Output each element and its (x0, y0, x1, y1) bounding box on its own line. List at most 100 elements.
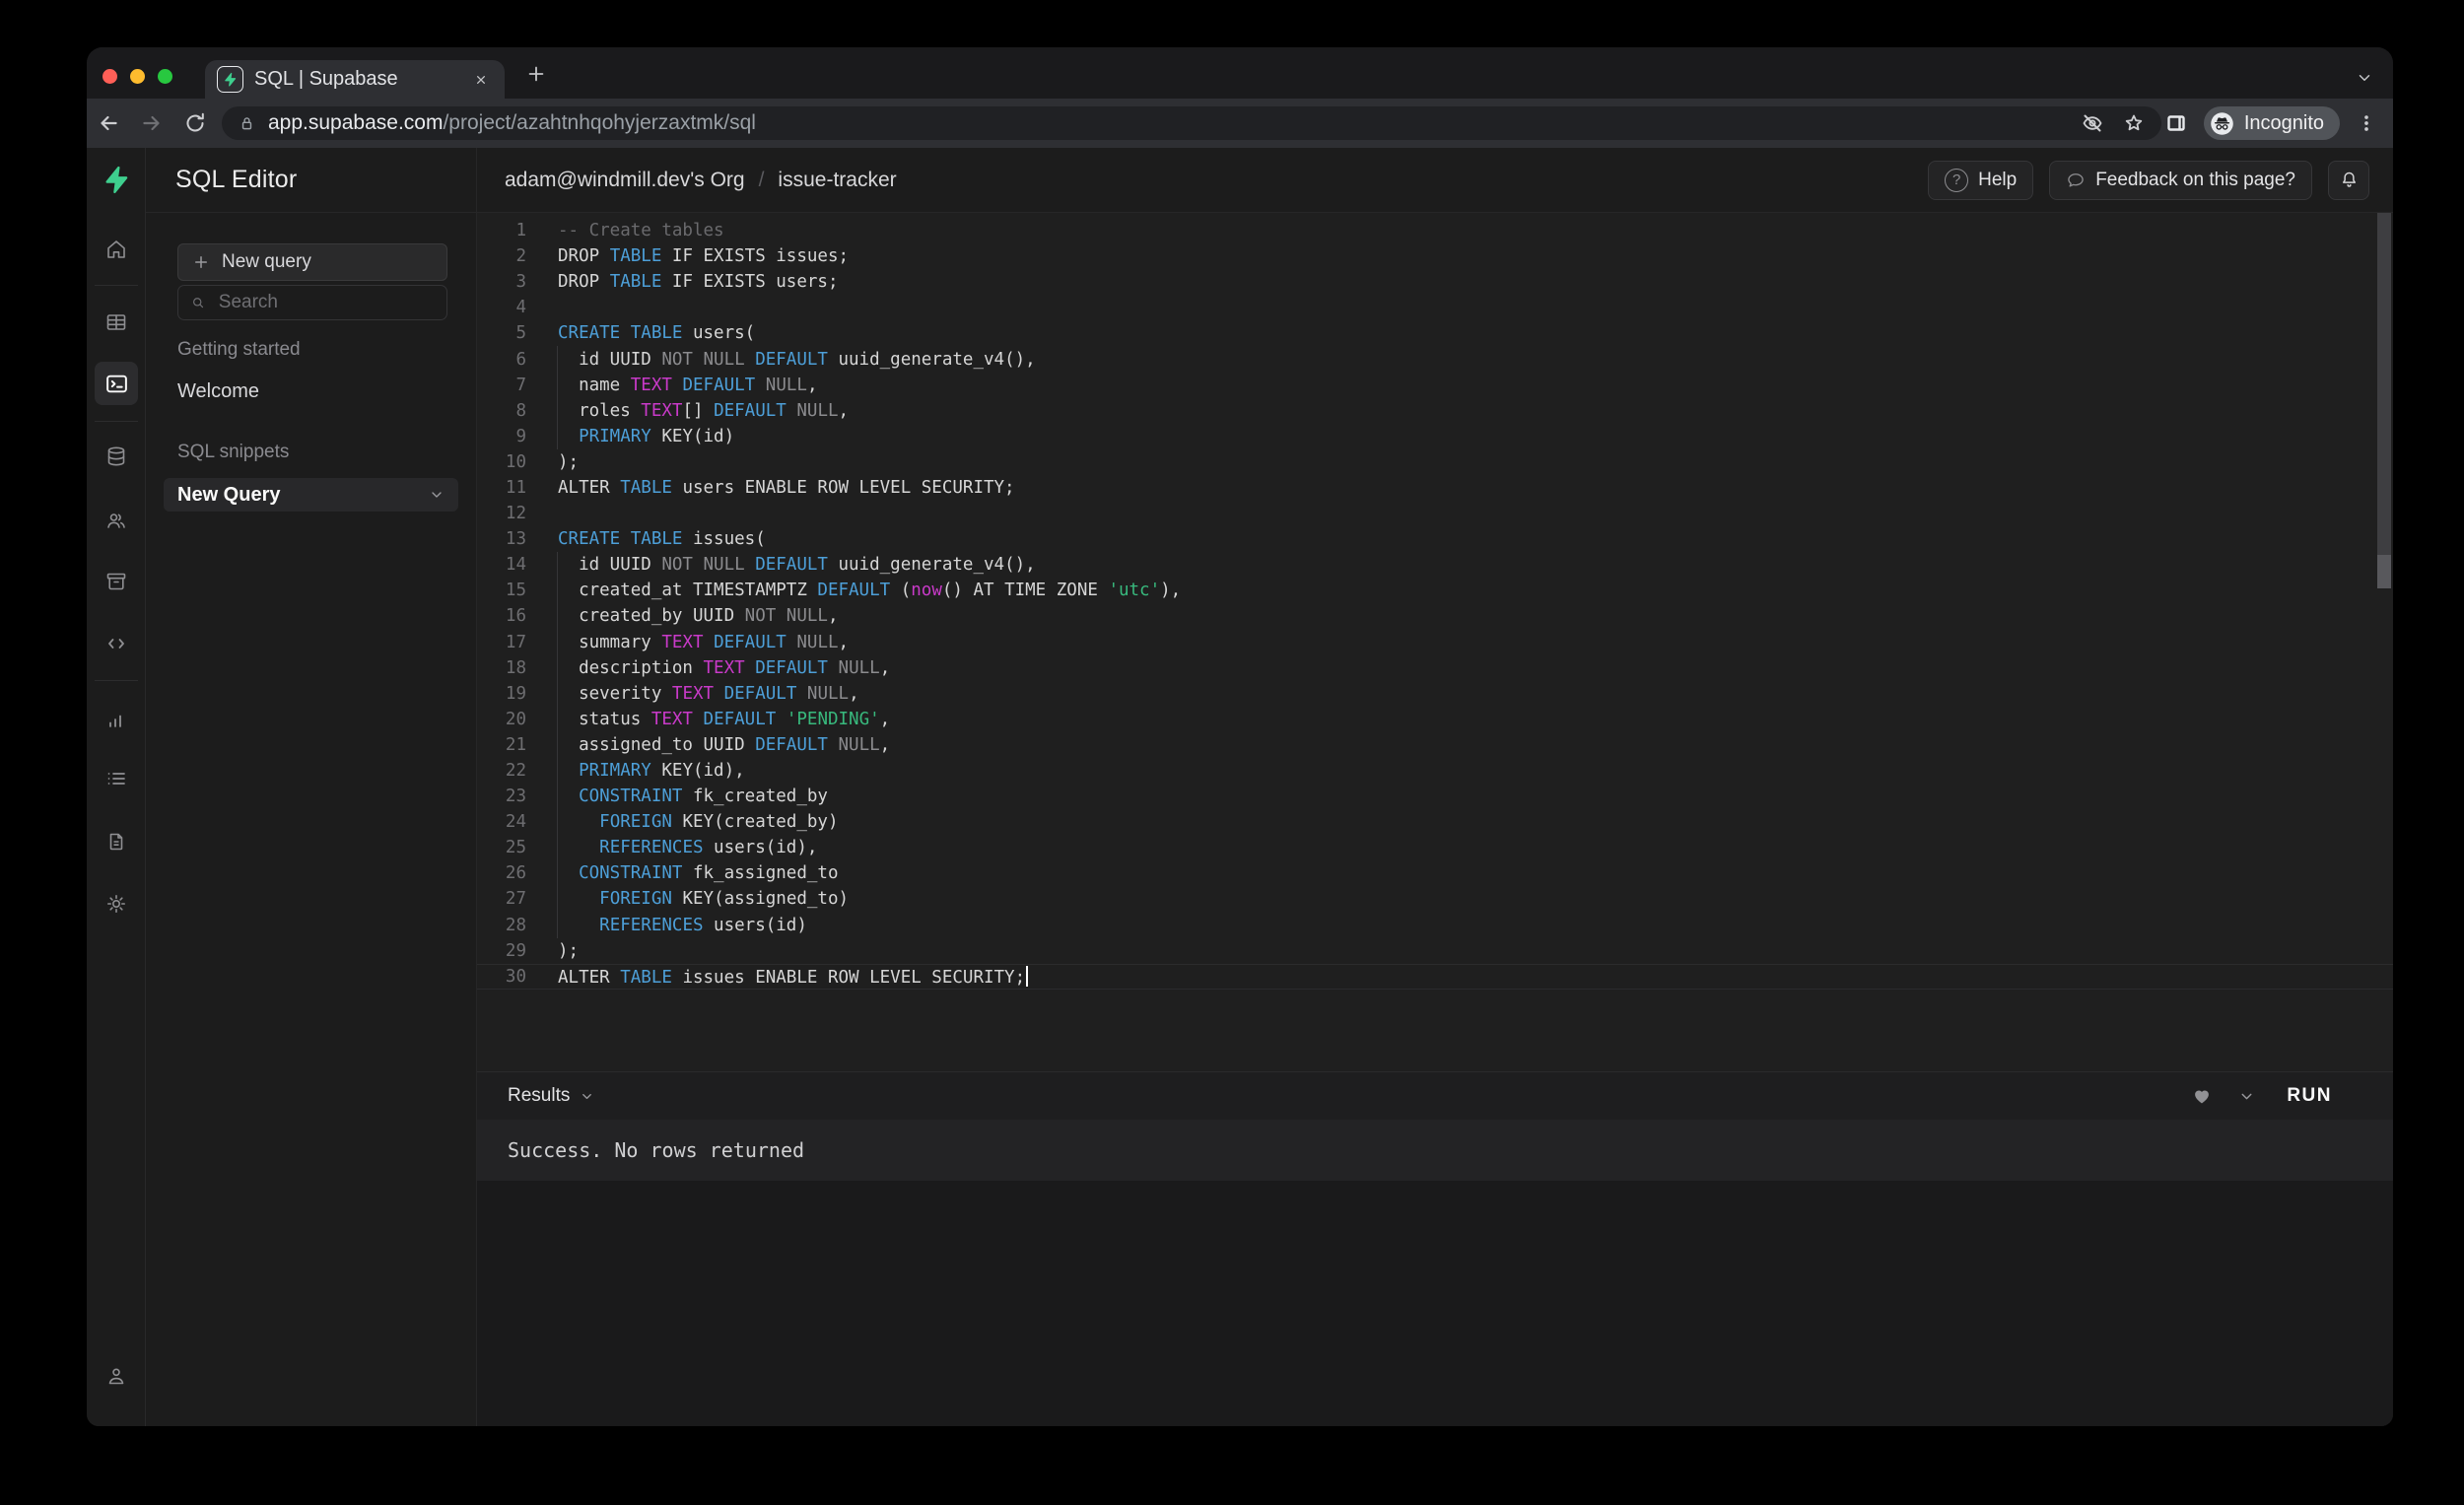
eye-off-icon[interactable] (2081, 111, 2104, 135)
close-window-button[interactable] (103, 69, 117, 84)
sidebar-item-account[interactable] (95, 1354, 138, 1398)
url-bar[interactable]: app.supabase.com/project/azahtnhqohyjerz… (222, 106, 2161, 140)
line-number: 10 (477, 452, 526, 472)
sidebar-item-sql-editor[interactable] (95, 362, 138, 405)
code-line-22[interactable]: 22 PRIMARY KEY(id), (477, 758, 2393, 784)
code-line-13[interactable]: 13CREATE TABLE issues( (477, 526, 2393, 552)
line-number: 25 (477, 838, 526, 857)
chevron-down-icon[interactable] (429, 487, 445, 503)
line-number: 3 (477, 272, 526, 292)
code-text: CREATE TABLE issues( (558, 529, 766, 549)
breadcrumb-org[interactable]: adam@windmill.dev's Org (505, 169, 745, 192)
sql-editor-surface[interactable]: 1-- Create tables2DROP TABLE IF EXISTS i… (477, 213, 2393, 1076)
tab-close-icon[interactable] (469, 68, 493, 92)
incognito-badge[interactable]: Incognito (2204, 106, 2340, 140)
code-line-29[interactable]: 29); (477, 938, 2393, 964)
code-line-3[interactable]: 3DROP TABLE IF EXISTS users; (477, 269, 2393, 295)
sidebar-item-welcome[interactable]: Welcome (177, 380, 259, 403)
minimize-window-button[interactable] (130, 69, 145, 84)
code-line-4[interactable]: 4 (477, 295, 2393, 320)
kebab-menu-icon[interactable] (2356, 112, 2377, 134)
code-line-18[interactable]: 18 description TEXT DEFAULT NULL, (477, 655, 2393, 681)
sidebar-item-settings[interactable] (95, 882, 138, 925)
indent-guide (557, 913, 558, 938)
code-line-20[interactable]: 20 status TEXT DEFAULT 'PENDING', (477, 707, 2393, 732)
forward-icon[interactable] (138, 109, 166, 137)
sidebar-item-authentication[interactable] (95, 499, 138, 542)
notifications-button[interactable] (2328, 161, 2369, 200)
code-line-8[interactable]: 8 roles TEXT[] DEFAULT NULL, (477, 398, 2393, 424)
zoom-window-button[interactable] (158, 69, 172, 84)
indent-guide (557, 552, 558, 578)
code-line-9[interactable]: 9 PRIMARY KEY(id) (477, 424, 2393, 449)
code-text: summary TEXT DEFAULT NULL, (558, 633, 849, 652)
code-line-21[interactable]: 21 assigned_to UUID DEFAULT NULL, (477, 732, 2393, 758)
new-query-button[interactable]: New query (177, 243, 447, 281)
sidebar-item-docs[interactable] (95, 820, 138, 863)
sidebar-item-table-editor[interactable] (95, 301, 138, 344)
sidebar-item-database[interactable] (95, 435, 138, 478)
code-line-24[interactable]: 24 FOREIGN KEY(created_by) (477, 809, 2393, 835)
reload-icon[interactable] (181, 109, 209, 137)
indent-guide (557, 860, 558, 886)
panel-icon[interactable] (2164, 111, 2188, 135)
breadcrumb-project[interactable]: issue-tracker (778, 169, 896, 192)
help-button[interactable]: ? Help (1928, 161, 2033, 200)
code-line-30[interactable]: 30ALTER TABLE issues ENABLE ROW LEVEL SE… (477, 964, 2393, 990)
supabase-logo[interactable] (95, 158, 138, 201)
snippet-item-new-query[interactable]: New Query (164, 478, 458, 512)
back-icon[interactable] (95, 109, 122, 137)
lock-icon[interactable] (238, 114, 256, 133)
sidebar-item-storage[interactable] (95, 560, 138, 603)
code-line-14[interactable]: 14 id UUID NOT NULL DEFAULT uuid_generat… (477, 552, 2393, 578)
code-text: id UUID NOT NULL DEFAULT uuid_generate_v… (558, 350, 1036, 370)
search-input[interactable] (217, 291, 435, 314)
code-line-27[interactable]: 27 FOREIGN KEY(assigned_to) (477, 886, 2393, 912)
code-line-1[interactable]: 1-- Create tables (477, 218, 2393, 243)
favorite-heart-icon[interactable] (2191, 1085, 2213, 1107)
chevron-down-icon (580, 1089, 594, 1104)
main-content: adam@windmill.dev's Org / issue-tracker … (477, 148, 2393, 1426)
browser-tab[interactable]: SQL | Supabase (205, 60, 505, 99)
line-number: 28 (477, 916, 526, 935)
star-icon[interactable] (2122, 111, 2146, 135)
window-controls (103, 69, 172, 84)
sidebar-item-logs[interactable] (95, 757, 138, 800)
results-toggle[interactable]: Results (508, 1085, 594, 1107)
code-line-5[interactable]: 5CREATE TABLE users( (477, 320, 2393, 346)
code-text: REFERENCES users(id), (558, 838, 817, 857)
code-line-28[interactable]: 28 REFERENCES users(id) (477, 913, 2393, 938)
sidebar-item-api[interactable] (95, 622, 138, 665)
chat-bubble-icon (2066, 171, 2086, 190)
scrollbar-thumb[interactable] (2377, 213, 2391, 555)
code-line-12[interactable]: 12 (477, 501, 2393, 526)
code-line-26[interactable]: 26 CONSTRAINT fk_assigned_to (477, 860, 2393, 886)
code-line-7[interactable]: 7 name TEXT DEFAULT NULL, (477, 373, 2393, 398)
code-line-10[interactable]: 10); (477, 449, 2393, 475)
supabase-favicon (217, 66, 243, 93)
code-text: roles TEXT[] DEFAULT NULL, (558, 401, 849, 421)
code-line-6[interactable]: 6 id UUID NOT NULL DEFAULT uuid_generate… (477, 346, 2393, 372)
code-text: status TEXT DEFAULT 'PENDING', (558, 710, 890, 729)
code-line-11[interactable]: 11ALTER TABLE users ENABLE ROW LEVEL SEC… (477, 475, 2393, 501)
code-text: ); (558, 941, 579, 961)
code-line-15[interactable]: 15 created_at TIMESTAMPTZ DEFAULT (now()… (477, 578, 2393, 603)
code-line-2[interactable]: 2DROP TABLE IF EXISTS issues; (477, 243, 2393, 269)
run-button[interactable]: RUN (2281, 1084, 2338, 1108)
feedback-button[interactable]: Feedback on this page? (2049, 161, 2312, 200)
chevron-down-icon[interactable] (2238, 1088, 2255, 1105)
code-line-16[interactable]: 16 created_by UUID NOT NULL, (477, 603, 2393, 629)
new-tab-button[interactable] (520, 58, 552, 90)
code-line-17[interactable]: 17 summary TEXT DEFAULT NULL, (477, 630, 2393, 655)
code-line-19[interactable]: 19 severity TEXT DEFAULT NULL, (477, 681, 2393, 707)
section-label-getting-started: Getting started (177, 339, 301, 361)
editor-scrollbar[interactable] (2377, 213, 2391, 1076)
results-label: Results (508, 1085, 570, 1107)
code-text: CONSTRAINT fk_assigned_to (558, 863, 838, 883)
sidebar-item-home[interactable] (95, 228, 138, 271)
sidebar-item-reports[interactable] (95, 698, 138, 741)
code-line-25[interactable]: 25 REFERENCES users(id), (477, 835, 2393, 860)
code-line-23[interactable]: 23 CONSTRAINT fk_created_by (477, 784, 2393, 809)
line-number: 7 (477, 376, 526, 395)
tab-strip-chevron-icon[interactable] (2352, 65, 2377, 91)
